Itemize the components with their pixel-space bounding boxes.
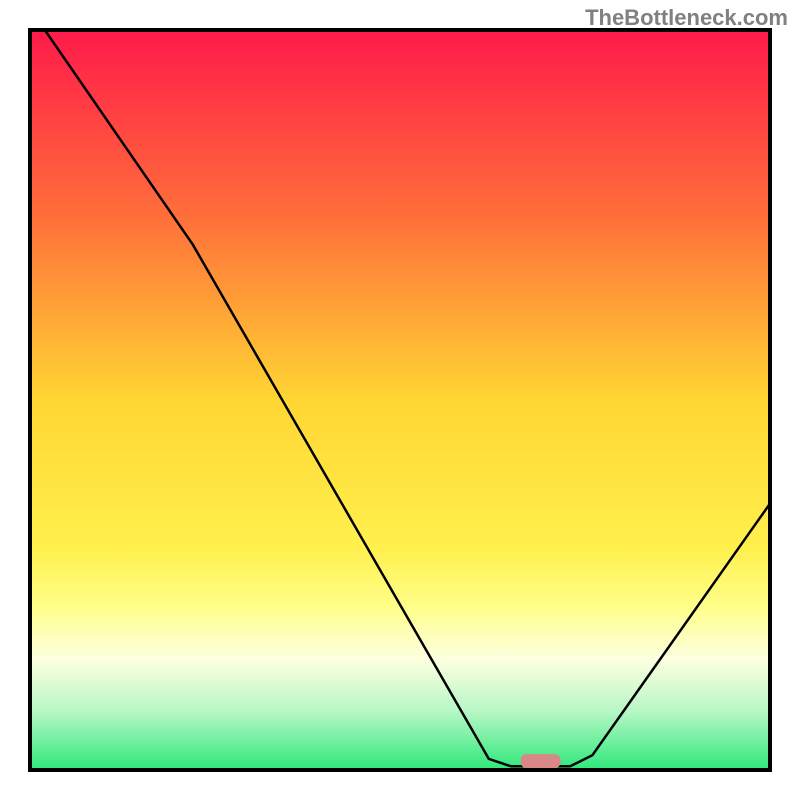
watermark-text: TheBottleneck.com xyxy=(585,5,788,31)
optimal-marker xyxy=(521,754,561,768)
chart-container: TheBottleneck.com xyxy=(0,0,800,800)
chart-svg xyxy=(0,0,800,800)
